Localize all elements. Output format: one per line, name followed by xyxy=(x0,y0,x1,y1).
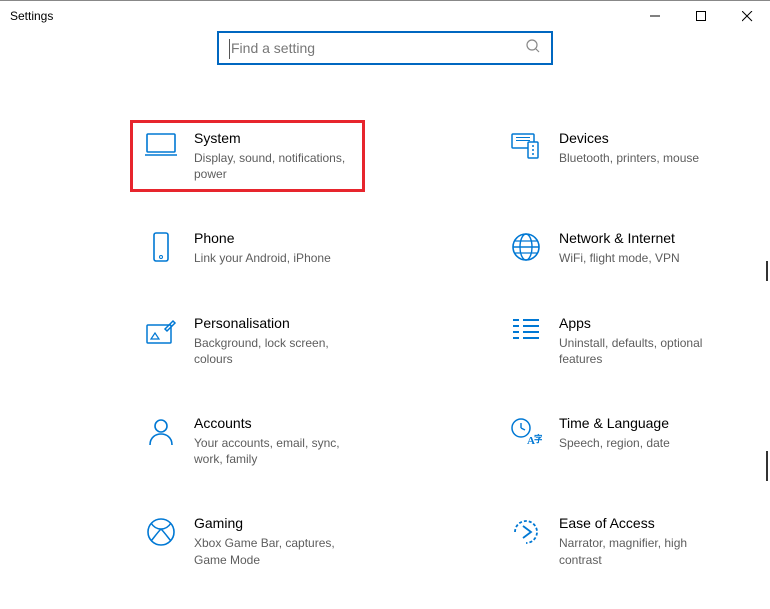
category-grid: System Display, sound, notifications, po… xyxy=(0,120,770,578)
devices-icon xyxy=(509,132,543,166)
category-desc: Narrator, magnifier, high contrast xyxy=(559,535,720,567)
category-title: Network & Internet xyxy=(559,230,720,246)
category-desc: Speech, region, date xyxy=(559,435,720,451)
category-network[interactable]: Network & Internet WiFi, flight mode, VP… xyxy=(495,220,730,276)
category-desc: Display, sound, notifications, power xyxy=(194,150,355,182)
gaming-icon xyxy=(144,517,178,551)
category-title: Time & Language xyxy=(559,415,720,431)
window-title: Settings xyxy=(10,9,53,23)
category-accounts[interactable]: Accounts Your accounts, email, sync, wor… xyxy=(130,405,365,477)
maximize-button[interactable] xyxy=(678,1,724,31)
minimize-icon xyxy=(650,11,660,21)
category-gaming[interactable]: Gaming Xbox Game Bar, captures, Game Mod… xyxy=(130,505,365,577)
content-area: System Display, sound, notifications, po… xyxy=(0,31,770,578)
category-personalisation[interactable]: Personalisation Background, lock screen,… xyxy=(130,305,365,377)
apps-icon xyxy=(509,317,543,351)
category-title: Gaming xyxy=(194,515,355,531)
time-language-icon: A字 xyxy=(509,417,543,451)
category-title: Accounts xyxy=(194,415,355,431)
category-desc: Uninstall, defaults, optional features xyxy=(559,335,720,367)
accounts-icon xyxy=(144,417,178,451)
text-caret xyxy=(229,39,230,59)
category-desc: Your accounts, email, sync, work, family xyxy=(194,435,355,467)
category-time-language[interactable]: A字 Time & Language Speech, region, date xyxy=(495,405,730,477)
category-ease-of-access[interactable]: Ease of Access Narrator, magnifier, high… xyxy=(495,505,730,577)
maximize-icon xyxy=(696,11,706,21)
search-input[interactable] xyxy=(229,40,525,56)
network-icon xyxy=(509,232,543,266)
minimize-button[interactable] xyxy=(632,1,678,31)
category-apps[interactable]: Apps Uninstall, defaults, optional featu… xyxy=(495,305,730,377)
category-title: Apps xyxy=(559,315,720,331)
close-button[interactable] xyxy=(724,1,770,31)
category-desc: Background, lock screen, colours xyxy=(194,335,355,367)
ease-of-access-icon xyxy=(509,517,543,551)
system-icon xyxy=(144,132,178,166)
category-desc: WiFi, flight mode, VPN xyxy=(559,250,720,266)
category-title: Personalisation xyxy=(194,315,355,331)
phone-icon xyxy=(144,232,178,266)
category-title: Phone xyxy=(194,230,355,246)
category-title: Devices xyxy=(559,130,720,146)
svg-text:字: 字 xyxy=(534,433,542,444)
category-devices[interactable]: Devices Bluetooth, printers, mouse xyxy=(495,120,730,192)
personalisation-icon xyxy=(144,317,178,351)
category-desc: Xbox Game Bar, captures, Game Mode xyxy=(194,535,355,567)
scrollbar-segment[interactable] xyxy=(766,261,768,281)
titlebar: Settings xyxy=(0,1,770,31)
search-icon xyxy=(525,38,541,59)
category-title: Ease of Access xyxy=(559,515,720,531)
search-box[interactable] xyxy=(217,31,553,65)
category-desc: Link your Android, iPhone xyxy=(194,250,355,266)
category-title: System xyxy=(194,130,355,146)
close-icon xyxy=(742,11,753,22)
category-desc: Bluetooth, printers, mouse xyxy=(559,150,720,166)
scrollbar-segment[interactable] xyxy=(766,451,768,481)
category-system[interactable]: System Display, sound, notifications, po… xyxy=(130,120,365,192)
category-phone[interactable]: Phone Link your Android, iPhone xyxy=(130,220,365,276)
